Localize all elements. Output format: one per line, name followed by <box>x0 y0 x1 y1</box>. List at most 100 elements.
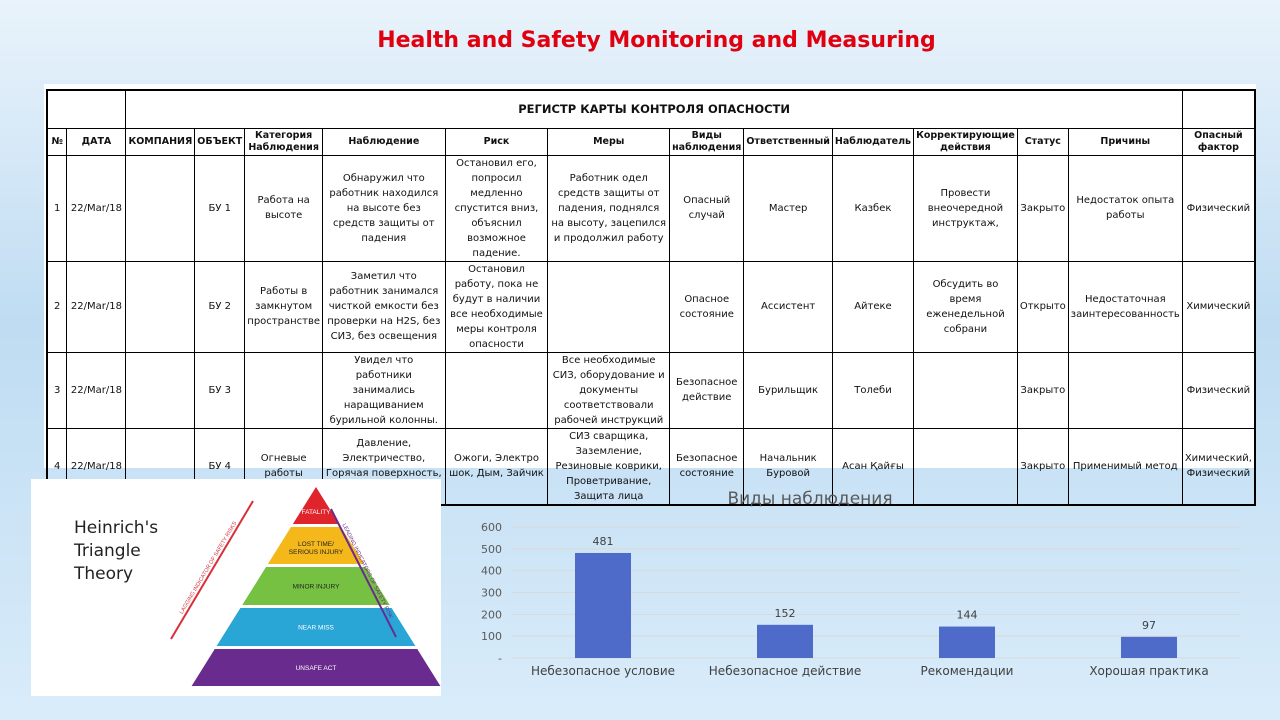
table-cell: БУ 3 <box>194 351 246 429</box>
table-cell: Все необходимые СИЗ, оборудование и доку… <box>547 351 671 429</box>
triangle-pyramid: FATALITYLOST TIME/SERIOUS INJURYMINOR IN… <box>170 487 441 686</box>
column-header: Причины <box>1067 127 1183 156</box>
category-label: Небезопасное действие <box>709 664 861 678</box>
table-cell: Мастер <box>743 154 833 262</box>
triangle-level-label: NEAR MISS <box>298 625 334 632</box>
table-cell <box>444 351 549 429</box>
triangle-level-label: MINOR INJURY <box>293 584 340 591</box>
table-cell: БУ 2 <box>194 260 246 353</box>
category-label: Хорошая практика <box>1089 664 1208 678</box>
y-tick-label: 200 <box>481 608 502 621</box>
heinrich-triangle-image: Heinrich's Triangle Theory FATALITY LOST … <box>31 479 441 696</box>
table-cell <box>1067 351 1183 429</box>
table-row: 3 22/Mar/18 БУ 3 Увидел что работники заним… <box>46 351 1256 429</box>
table-cell: Увидел что работники занимались наращива… <box>321 351 446 429</box>
bar <box>757 624 813 658</box>
column-header: Корректирующие действия <box>913 127 1018 156</box>
table-cell: Недостаточная заинтересованность <box>1067 260 1183 353</box>
column-header: Риск <box>444 127 549 156</box>
column-header: Статус <box>1016 127 1069 156</box>
triangle-level-label: UNSAFE ACT <box>296 665 337 672</box>
table-cell: Работы в замкнутом пространстве <box>244 260 323 353</box>
table-cell: Бурильщик <box>743 351 833 429</box>
table-row: 2 22/Mar/18 БУ 2 Работы в замкнутом простра… <box>46 260 1256 353</box>
table-cell: Остановил его, попросил медленно спустит… <box>444 154 549 262</box>
table-cell: 22/Mar/18 <box>66 154 127 262</box>
column-header: Наблюдение <box>321 127 446 156</box>
table-cell: Остановил работу, пока не будут в наличи… <box>444 260 549 353</box>
table-cell: Работник одел средств защиты от падения,… <box>547 154 671 262</box>
bar <box>939 626 995 658</box>
bar <box>575 552 631 658</box>
table-cell: Открыто <box>1016 260 1069 353</box>
column-header: Виды наблюдения <box>669 127 745 156</box>
y-tick-label: 600 <box>481 521 502 534</box>
y-tick-label: 300 <box>481 587 502 600</box>
table-cell: Ассистент <box>743 260 833 353</box>
table-cell: Обсудить во время еженедельной собрани <box>913 260 1018 353</box>
table-cell: 22/Mar/18 <box>66 351 127 429</box>
table-cell <box>125 260 196 353</box>
table-cell: СИЗ сварщика, Заземление, Резиновые ковр… <box>547 427 671 505</box>
table-cell: Закрыто <box>1016 351 1069 429</box>
category-label: Рекомендации <box>921 664 1014 678</box>
column-header: Меры <box>547 127 671 156</box>
register-title: РЕГИСТР КАРТЫ КОНТРОЛЯ ОПАСНОСТИ <box>125 89 1183 129</box>
hazard-register-table: РЕГИСТР КАРТЫ КОНТРОЛЯ ОПАСНОСТИ № ДАТА КО… <box>46 89 1256 506</box>
table-cell <box>125 154 196 262</box>
column-header: Категория Наблюдения <box>244 127 323 156</box>
y-tick-label: 500 <box>481 543 502 556</box>
y-tick-label: 100 <box>481 630 502 643</box>
table-cell <box>125 351 196 429</box>
table-cell: Закрыто <box>1016 427 1069 505</box>
table-cell <box>913 351 1018 429</box>
table-cell: Физический <box>1181 154 1256 262</box>
y-tick-label: 400 <box>481 565 502 578</box>
column-header: № <box>46 127 68 156</box>
table-cell: Опасное состояние <box>669 260 745 353</box>
data-label: 481 <box>593 535 614 548</box>
column-header: Опасный фактор <box>1181 127 1256 156</box>
triangle-level-label: FATALITY <box>301 509 331 516</box>
table-cell: Химический <box>1181 260 1256 353</box>
data-label: 152 <box>775 607 796 620</box>
column-header: ОБЪЕКТ <box>194 127 246 156</box>
table-cell: Применимый метод <box>1067 427 1183 505</box>
bar <box>1121 636 1177 658</box>
column-header: ДАТА <box>66 127 127 156</box>
table-cell: 2 <box>46 260 68 353</box>
table-cell <box>547 260 671 353</box>
table-cell: Химический, Физический <box>1181 427 1256 505</box>
data-label: 97 <box>1142 619 1156 632</box>
column-header: Наблюдатель <box>831 127 915 156</box>
category-label: Небезопасное условие <box>531 664 675 678</box>
register-title-blank-left <box>46 89 127 129</box>
table-cell: Провести внеочередной инструктаж, <box>913 154 1018 262</box>
table-cell: Толеби <box>831 351 915 429</box>
y-tick-label: - <box>498 652 502 665</box>
triangle-level <box>292 487 340 524</box>
table-cell: 22/Mar/18 <box>66 260 127 353</box>
column-header: КОМПАНИЯ <box>125 127 196 156</box>
data-label: 144 <box>957 609 978 622</box>
table-cell: Опасный случай <box>669 154 745 262</box>
bar-chart: - 100 200 300 400 500 600 481 Небезопасное услов… <box>481 521 1240 678</box>
chart-title: Виды наблюдения <box>727 489 893 509</box>
table-cell <box>244 351 323 429</box>
table-cell: Закрыто <box>1016 154 1069 262</box>
register-title-blank-right <box>1181 89 1256 129</box>
table-cell: Физический <box>1181 351 1256 429</box>
lagging-indicator-arrow-label: LAGGING INDICATOR OF SAFETY RISKS <box>179 520 239 615</box>
column-header: Ответственный <box>743 127 833 156</box>
table-cell: Обнаружил что работник находился на высо… <box>321 154 446 262</box>
slide-title: Health and Safety Monitoring and Measuri… <box>377 28 936 53</box>
table-cell: Безопасное действие <box>669 351 745 429</box>
table-row: 1 22/Mar/18 БУ 1 Работа на высоте Обнаружил … <box>46 154 1256 262</box>
table-cell: Айтеке <box>831 260 915 353</box>
table-cell: 1 <box>46 154 68 262</box>
table-cell: Казбек <box>831 154 915 262</box>
table-cell: Заметил что работник занимался чисткой е… <box>321 260 446 353</box>
table-cell: 3 <box>46 351 68 429</box>
table-cell: Ожоги, Электро шок, Дым, Зайчик <box>444 427 549 505</box>
table-cell: БУ 1 <box>194 154 246 262</box>
